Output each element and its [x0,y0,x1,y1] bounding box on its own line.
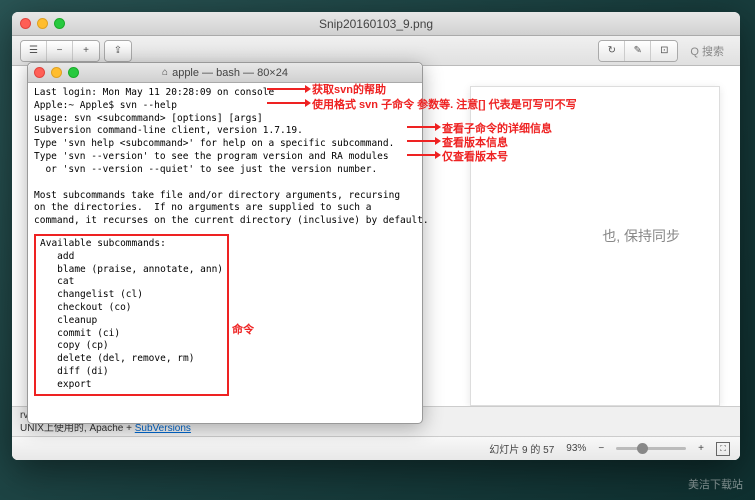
terminal-window: ⌂ apple — bash — 80×24 Last login: Mon Ma… [27,62,423,424]
subcommands-box: Available subcommands: add blame (praise… [34,234,229,396]
subversions-link[interactable]: SubVersions [135,423,191,434]
slide-counter: 幻灯片 9 的 57 [489,441,554,456]
term-close-icon[interactable] [34,67,45,78]
fullscreen-icon[interactable]: ⛶ [716,442,730,456]
markup-icon[interactable]: ✎ [625,41,651,61]
maximize-icon[interactable] [54,18,65,29]
window-title: Snip20160103_9.png [319,17,433,31]
sidebar-toggle-icon[interactable]: ☰ [21,41,47,61]
crop-icon[interactable]: ⊡ [651,41,677,61]
term-maximize-icon[interactable] [68,67,79,78]
zoom-in-btn[interactable]: + [698,443,704,454]
home-icon: ⌂ [162,67,168,78]
arrow-icon [267,98,311,108]
arrow-icon [407,136,441,146]
minimize-icon[interactable] [37,18,48,29]
terminal-title: apple — bash — 80×24 [172,67,288,79]
zoom-out-btn[interactable]: − [598,443,604,454]
arrow-icon [267,84,311,94]
search-input[interactable]: Q 搜索 [682,41,732,61]
doc-visible-text: 也, 保持同步 [602,226,680,246]
annotation-help: 获取svn的帮助 [312,81,386,97]
close-icon[interactable] [20,18,31,29]
annotation-quiet: 仅查看版本号 [442,148,508,164]
zoom-slider[interactable] [616,447,686,450]
annotation-usage: 使用格式 svn 子命令 参数等. 注意[] 代表是可写可不写 [312,96,577,112]
share-icon[interactable]: ⇪ [105,41,131,61]
preview-window: Snip20160103_9.png ☰ − + ⇪ ↻ ✎ ⊡ Q 搜索 也,… [12,12,740,460]
zoom-in-icon[interactable]: + [73,41,99,61]
status-bar: 幻灯片 9 的 57 93% − + ⛶ [12,436,740,460]
terminal-body[interactable]: Last login: Mon May 11 20:28:09 on conso… [28,83,422,400]
zoom-out-icon[interactable]: − [47,41,73,61]
terminal-titlebar: ⌂ apple — bash — 80×24 [28,63,422,83]
watermark: 美洁下载站 [688,476,743,492]
term-minimize-icon[interactable] [51,67,62,78]
arrow-icon [407,122,441,132]
arrow-icon [407,150,441,160]
outer-titlebar: Snip20160103_9.png [12,12,740,36]
rotate-icon[interactable]: ↻ [599,41,625,61]
zoom-level: 93% [566,443,586,454]
annotation-commands: 命令 [232,321,254,337]
zoom-thumb[interactable] [637,443,648,454]
